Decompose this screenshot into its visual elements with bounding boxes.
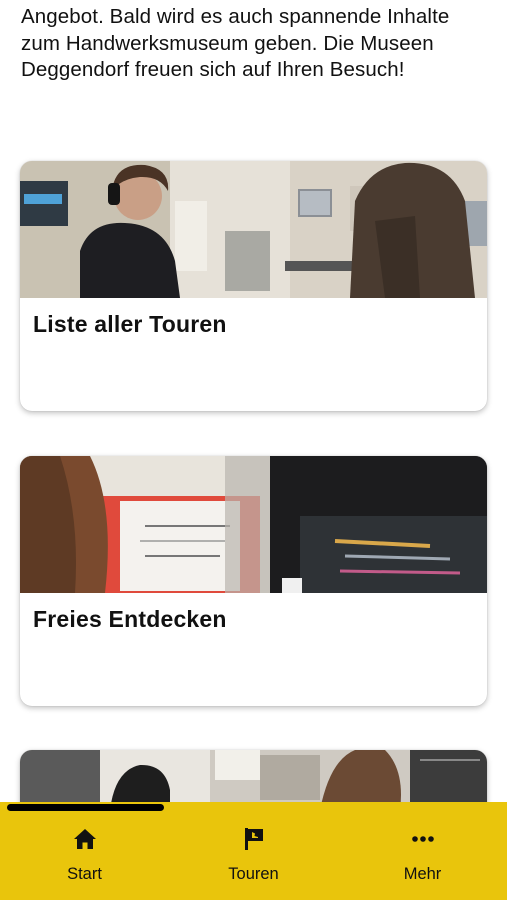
free-explore-card[interactable]: Freies Entdecken (20, 456, 487, 706)
free-explore-card-image (20, 456, 487, 593)
home-icon (72, 826, 98, 852)
tab-start[interactable]: Start (0, 802, 169, 900)
bottom-tab-bar: Start Touren Mehr (0, 802, 507, 900)
tab-mehr-label: Mehr (403, 865, 442, 883)
tab-mehr[interactable]: Mehr (338, 802, 507, 900)
tours-list-card[interactable]: Liste aller Touren (20, 161, 487, 411)
tours-list-card-title: Liste aller Touren (33, 311, 227, 337)
tab-touren-label: Touren (228, 865, 279, 883)
tab-touren[interactable]: Touren (169, 802, 338, 900)
more-dots-icon (410, 826, 436, 852)
tab-start-label: Start (67, 865, 102, 883)
tours-list-card-image (20, 161, 487, 298)
flag-icon (241, 826, 267, 852)
home-indicator (7, 804, 164, 811)
free-explore-card-title: Freies Entdecken (33, 606, 227, 632)
screen: Angebot. Bald wird es auch spannende Inh… (0, 0, 507, 900)
intro-text: Angebot. Bald wird es auch spannende Inh… (21, 5, 450, 81)
